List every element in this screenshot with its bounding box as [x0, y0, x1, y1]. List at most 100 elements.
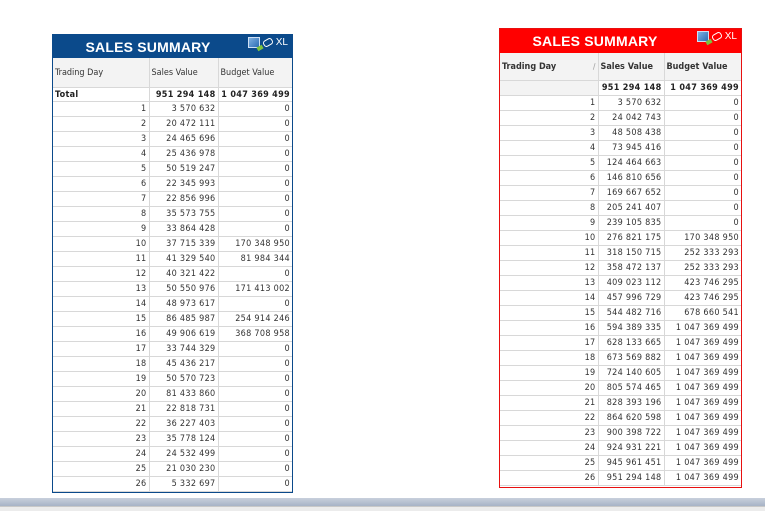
table-row[interactable]: 17 628 133 665 1 047 369 499 — [500, 335, 741, 351]
trading-day-cell[interactable]: 9 — [53, 221, 150, 237]
trading-day-cell[interactable]: 14 — [53, 296, 150, 312]
xl-button[interactable]: XL — [276, 37, 288, 48]
table-row[interactable]: 9 239 105 835 0 — [500, 215, 741, 231]
clear-selections-icon[interactable] — [261, 36, 274, 49]
trading-day-cell[interactable]: 2 — [500, 110, 599, 126]
table-row[interactable]: 15 544 482 716 678 660 541 — [500, 305, 741, 321]
table-row[interactable]: 13 570 632 0 — [500, 95, 741, 111]
trading-day-cell[interactable]: 20 — [53, 386, 150, 402]
trading-day-cell[interactable]: 5 — [500, 155, 599, 171]
trading-day-cell[interactable]: 9 — [500, 215, 599, 231]
table-row[interactable]: 14 48 973 617 0 — [53, 296, 292, 312]
trading-day-cell[interactable]: 25 — [500, 455, 599, 471]
trading-day-cell[interactable]: 13 — [53, 281, 150, 297]
trading-day-cell[interactable]: 21 — [53, 401, 150, 417]
trading-day-cell[interactable]: 13 — [500, 275, 599, 291]
table-row[interactable]: 16 594 389 335 1 047 369 499 — [500, 320, 741, 336]
trading-day-cell[interactable]: 19 — [500, 365, 599, 381]
trading-day-cell[interactable]: 16 — [500, 320, 599, 336]
trading-day-cell[interactable]: 19 — [53, 371, 150, 387]
trading-day-cell[interactable]: 17 — [500, 335, 599, 351]
trading-day-cell[interactable]: 3 — [500, 125, 599, 141]
trading-day-cell[interactable]: 7 — [500, 185, 599, 201]
table-row[interactable]: 20 805 574 465 1 047 369 499 — [500, 380, 741, 396]
column-header-sales-value[interactable]: Sales Value — [149, 58, 219, 88]
table-row[interactable]: 25 945 961 451 1 047 369 499 — [500, 455, 741, 471]
table-row[interactable]: 7 22 856 996 0 — [53, 191, 292, 207]
clear-selections-icon[interactable] — [710, 30, 723, 43]
table-row[interactable]: 18 673 569 882 1 047 369 499 — [500, 350, 741, 366]
column-header-sales-value[interactable]: Sales Value — [598, 53, 665, 81]
table-row[interactable]: 9 33 864 428 0 — [53, 221, 292, 237]
trading-day-cell[interactable]: 1 — [500, 95, 599, 111]
trading-day-cell[interactable]: 3 — [53, 131, 150, 147]
table-row[interactable]: 14 457 996 729 423 746 295 — [500, 290, 741, 306]
column-header-trading-day[interactable]: Trading Day ∕ — [500, 53, 599, 81]
trading-day-cell[interactable]: 6 — [53, 176, 150, 192]
trading-day-cell[interactable]: 22 — [500, 410, 599, 426]
table-row[interactable]: 18 45 436 217 0 — [53, 356, 292, 372]
trading-day-cell[interactable]: 26 — [500, 470, 599, 486]
send-to-excel-icon[interactable] — [696, 31, 709, 42]
trading-day-cell[interactable]: 11 — [500, 245, 599, 261]
trading-day-cell[interactable]: 24 — [53, 446, 150, 462]
table-row[interactable]: 12 358 472 137 252 333 293 — [500, 260, 741, 276]
table-row[interactable]: 2 20 472 111 0 — [53, 116, 292, 132]
trading-day-cell[interactable]: 22 — [53, 416, 150, 432]
table-row[interactable]: 23 900 398 722 1 047 369 499 — [500, 425, 741, 441]
trading-day-cell[interactable]: 2 — [53, 116, 150, 132]
trading-day-cell[interactable]: 15 — [53, 311, 150, 327]
table-row[interactable]: 19 50 570 723 0 — [53, 371, 292, 387]
table-row[interactable]: 24 924 931 221 1 047 369 499 — [500, 440, 741, 456]
table-row[interactable]: 4 73 945 416 0 — [500, 140, 741, 156]
table-row[interactable]: 5 50 519 247 0 — [53, 161, 292, 177]
table-row[interactable]: 8 35 573 755 0 — [53, 206, 292, 222]
trading-day-cell[interactable]: 12 — [500, 260, 599, 276]
table-row[interactable]: 22 864 620 598 1 047 369 499 — [500, 410, 741, 426]
table-row[interactable]: 23 35 778 124 0 — [53, 431, 292, 447]
table-row[interactable]: 15 86 485 987 254 914 246 — [53, 311, 292, 327]
table-row[interactable]: 11 318 150 715 252 333 293 — [500, 245, 741, 261]
trading-day-cell[interactable]: 23 — [500, 425, 599, 441]
table-row[interactable]: 21 22 818 731 0 — [53, 401, 292, 417]
table-row[interactable]: 17 33 744 329 0 — [53, 341, 292, 357]
table-row[interactable]: 8 205 241 407 0 — [500, 200, 741, 216]
trading-day-cell[interactable]: 16 — [53, 326, 150, 342]
table-row[interactable]: 19 724 140 605 1 047 369 499 — [500, 365, 741, 381]
table-row[interactable]: 12 40 321 422 0 — [53, 266, 292, 282]
table-row[interactable]: 3 24 465 696 0 — [53, 131, 292, 147]
table-row[interactable]: 24 24 532 499 0 — [53, 446, 292, 462]
trading-day-cell[interactable]: 18 — [500, 350, 599, 366]
table-row[interactable]: 13 409 023 112 423 746 295 — [500, 275, 741, 291]
table-row[interactable]: 10 276 821 175 170 348 950 — [500, 230, 741, 246]
trading-day-cell[interactable]: 20 — [500, 380, 599, 396]
trading-day-cell[interactable]: 10 — [500, 230, 599, 246]
table-row[interactable]: 22 36 227 403 0 — [53, 416, 292, 432]
trading-day-cell[interactable]: 11 — [53, 251, 150, 267]
trading-day-cell[interactable]: 6 — [500, 170, 599, 186]
trading-day-cell[interactable]: 24 — [500, 440, 599, 456]
table-row[interactable]: 25 21 030 230 0 — [53, 461, 292, 477]
xl-button[interactable]: XL — [725, 31, 737, 42]
table-row[interactable]: 20 81 433 860 0 — [53, 386, 292, 402]
table-row[interactable]: 11 41 329 540 81 984 344 — [53, 251, 292, 267]
table-row[interactable]: 4 25 436 978 0 — [53, 146, 292, 162]
table-row[interactable]: 13 50 550 976 171 413 002 — [53, 281, 292, 297]
trading-day-cell[interactable]: 15 — [500, 305, 599, 321]
trading-day-cell[interactable]: 4 — [500, 140, 599, 156]
trading-day-cell[interactable]: 21 — [500, 395, 599, 411]
table-row[interactable]: 13 570 632 0 — [53, 101, 292, 117]
trading-day-cell[interactable]: 4 — [53, 146, 150, 162]
table-row[interactable]: 7 169 667 652 0 — [500, 185, 741, 201]
send-to-excel-icon[interactable] — [247, 37, 260, 48]
column-header-budget-value[interactable]: Budget Value — [664, 53, 741, 81]
trading-day-cell[interactable]: 17 — [53, 341, 150, 357]
trading-day-cell[interactable]: 5 — [53, 161, 150, 177]
table-row[interactable]: 26 5 332 697 0 — [53, 476, 292, 492]
trading-day-cell[interactable]: 25 — [53, 461, 150, 477]
trading-day-cell[interactable]: 26 — [53, 476, 150, 492]
table-row[interactable]: 26 951 294 148 1 047 369 499 — [500, 470, 741, 486]
table-row[interactable]: 16 49 906 619 368 708 958 — [53, 326, 292, 342]
trading-day-cell[interactable]: 12 — [53, 266, 150, 282]
table-row[interactable]: 5 124 464 663 0 — [500, 155, 741, 171]
